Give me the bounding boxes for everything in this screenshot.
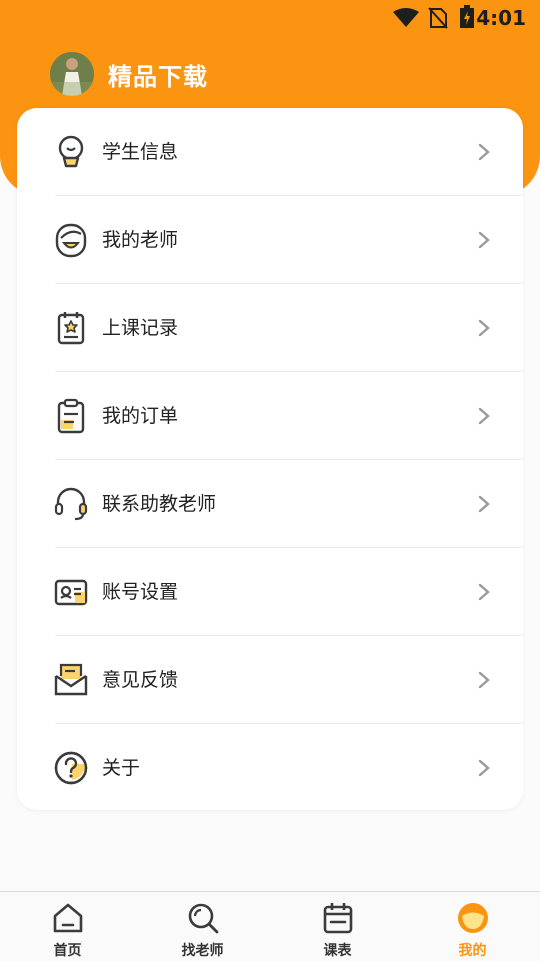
menu-label: 意见反馈 [102, 669, 179, 691]
class-record-icon [57, 312, 85, 345]
headset-icon [54, 487, 88, 521]
menu-card: 学生信息 我的老师 上课记录 我的订单 联系助教老师 账号设置 意见反馈 关于 [17, 108, 523, 810]
chevron-right-icon [478, 319, 490, 337]
bottom-tab-bar: 首页 找老师 课表 我的 [0, 891, 540, 961]
username: 精品下载 [108, 62, 208, 91]
menu-item-feedback[interactable]: 意见反馈 [17, 636, 523, 724]
tab-label: 找老师 [181, 943, 224, 959]
status-time: 4:01 [476, 6, 526, 30]
home-icon [53, 903, 82, 933]
menu-item-class-record[interactable]: 上课记录 [17, 284, 523, 372]
menu-label: 上课记录 [102, 317, 179, 339]
tab-label: 课表 [323, 943, 352, 959]
student-info-icon [58, 135, 84, 168]
tab-find-teacher[interactable]: 找老师 [135, 892, 270, 961]
profile-header[interactable]: 精品下载 [50, 52, 208, 96]
chevron-right-icon [478, 231, 490, 249]
chevron-right-icon [478, 407, 490, 425]
tab-home[interactable]: 首页 [0, 892, 135, 961]
menu-item-about[interactable]: 关于 [17, 724, 523, 812]
chevron-right-icon [478, 759, 490, 777]
no-sim-icon [428, 7, 448, 29]
chevron-right-icon [478, 671, 490, 689]
calendar-icon [323, 903, 352, 934]
order-icon [57, 398, 85, 434]
me-icon [457, 903, 488, 933]
menu-item-student-info[interactable]: 学生信息 [17, 108, 523, 196]
menu-label: 我的老师 [102, 229, 179, 251]
menu-label: 我的订单 [102, 405, 179, 427]
menu-label: 联系助教老师 [102, 493, 217, 515]
menu-item-my-orders[interactable]: 我的订单 [17, 372, 523, 460]
avatar[interactable] [50, 52, 94, 96]
menu-item-my-teacher[interactable]: 我的老师 [17, 196, 523, 284]
feedback-icon [54, 663, 88, 696]
menu-label: 学生信息 [102, 141, 179, 163]
tab-me[interactable]: 我的 [405, 892, 540, 961]
chevron-right-icon [478, 583, 490, 601]
teacher-icon [55, 223, 87, 258]
menu-item-account-settings[interactable]: 账号设置 [17, 548, 523, 636]
chevron-right-icon [478, 495, 490, 513]
wifi-icon [393, 8, 419, 27]
tab-label: 首页 [53, 943, 82, 959]
chevron-right-icon [478, 143, 490, 161]
account-settings-icon [54, 579, 88, 606]
search-icon [188, 903, 218, 934]
battery-charging-icon [460, 5, 474, 28]
tab-schedule[interactable]: 课表 [270, 892, 405, 961]
tab-label: 我的 [458, 943, 487, 959]
menu-item-contact-assistant[interactable]: 联系助教老师 [17, 460, 523, 548]
status-bar: 4:01 [0, 0, 540, 36]
menu-label: 关于 [102, 757, 141, 779]
about-icon [54, 751, 88, 785]
menu-label: 账号设置 [102, 581, 179, 603]
